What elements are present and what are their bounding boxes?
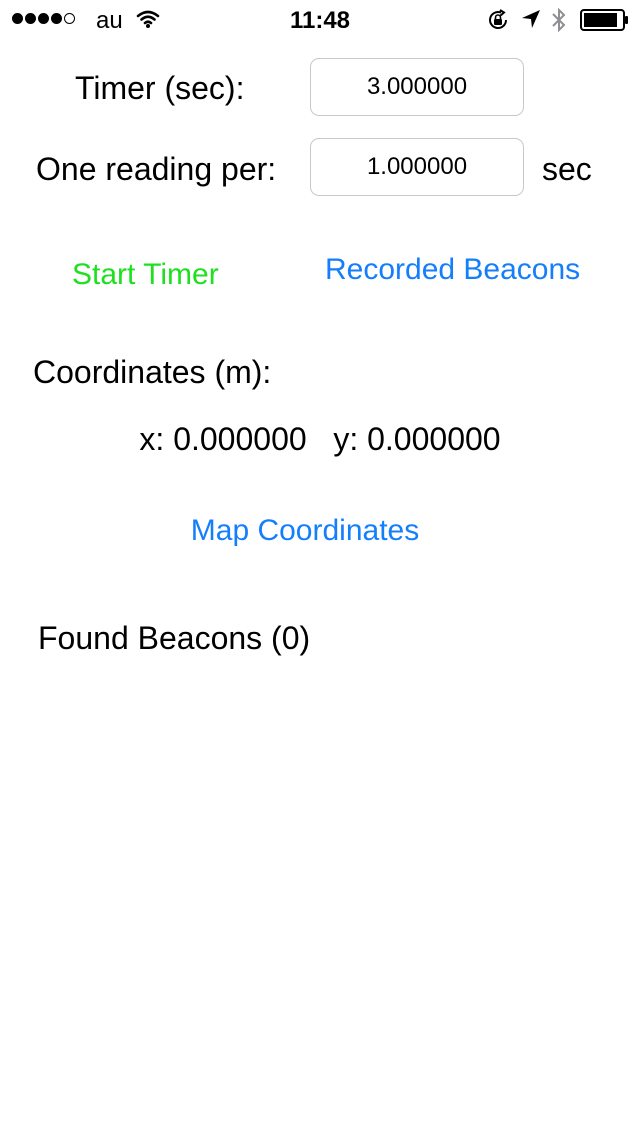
reading-interval-label: One reading per: bbox=[36, 151, 277, 187]
rotation-lock-icon bbox=[486, 8, 510, 37]
timer-label: Timer (sec): bbox=[75, 70, 245, 106]
status-bar: au 11:48 bbox=[0, 0, 640, 40]
y-value: 0.000000 bbox=[367, 421, 501, 457]
x-label: x: bbox=[139, 421, 165, 457]
location-arrow-icon bbox=[521, 9, 541, 34]
status-time: 11:48 bbox=[289, 7, 351, 34]
start-timer-button[interactable]: Start Timer bbox=[72, 256, 219, 294]
coordinates-label: Coordinates (m): bbox=[33, 354, 272, 390]
reading-interval-unit: sec bbox=[542, 151, 592, 187]
timer-input[interactable]: 3.000000 bbox=[310, 58, 524, 116]
coordinates-readout: x: 0.000000 y: 0.000000 bbox=[0, 419, 640, 459]
bluetooth-icon bbox=[551, 7, 567, 38]
recorded-beacons-button[interactable]: Recorded Beacons bbox=[325, 251, 580, 289]
battery-icon bbox=[580, 9, 630, 36]
x-value: 0.000000 bbox=[173, 421, 307, 457]
reading-interval-input[interactable]: 1.000000 bbox=[310, 138, 524, 196]
y-label: y: bbox=[333, 421, 359, 457]
found-beacons-header: Found Beacons (0) bbox=[38, 620, 311, 656]
map-coordinates-button[interactable]: Map Coordinates bbox=[0, 512, 610, 550]
